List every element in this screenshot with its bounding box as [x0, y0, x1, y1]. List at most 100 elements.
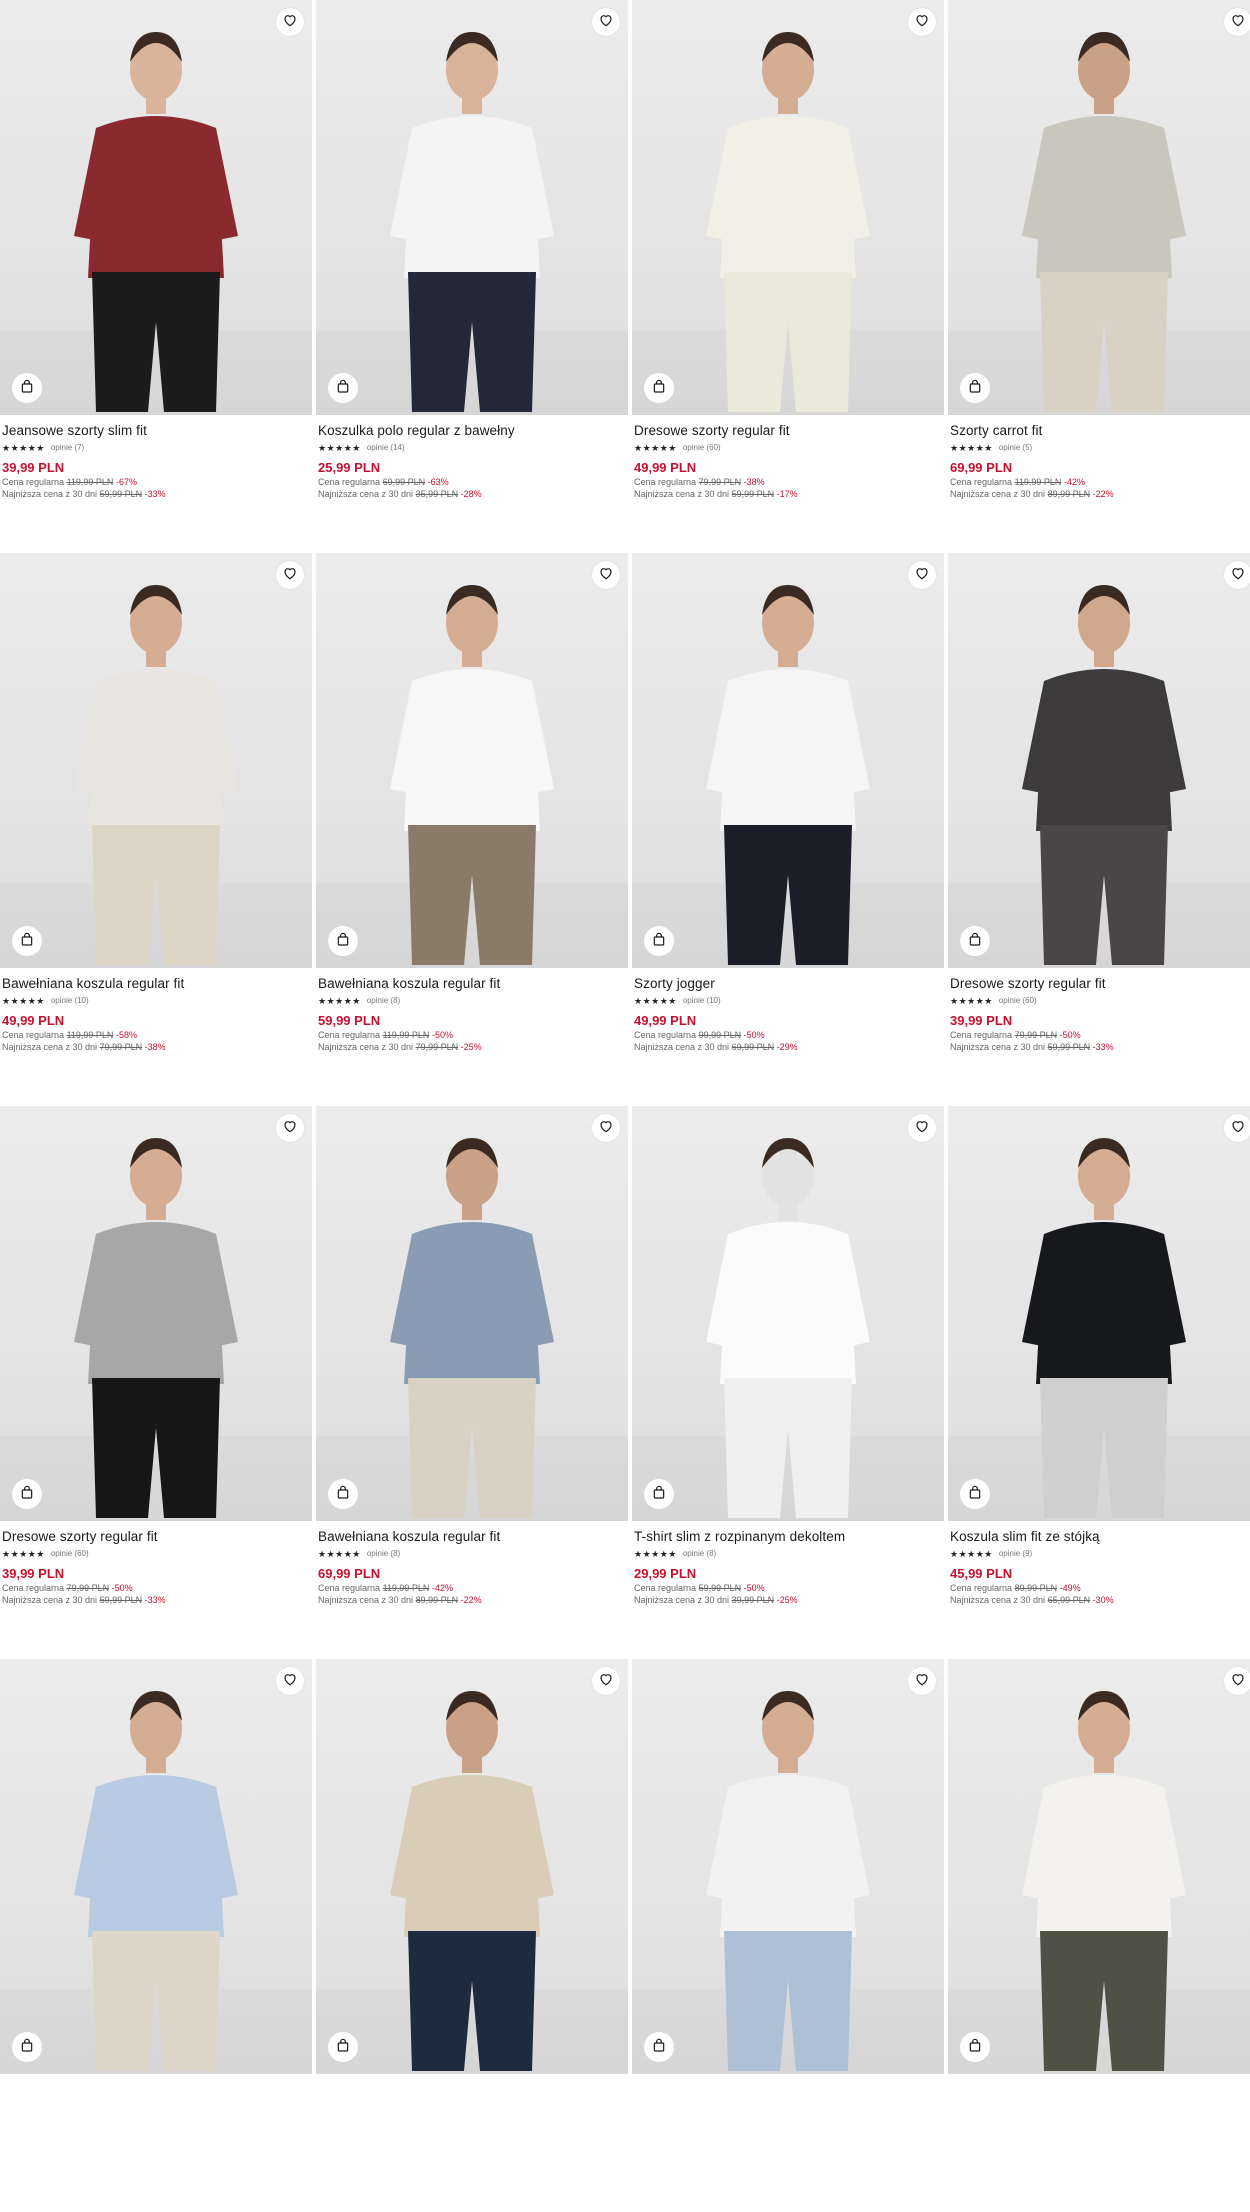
product-image[interactable] [948, 1659, 1250, 2074]
regular-price-line: Cena regularna 119,99 PLN -42% [950, 476, 1250, 488]
product-name[interactable]: Dresowe szorty regular fit [2, 1528, 310, 1546]
favorite-button[interactable] [276, 1114, 304, 1142]
add-to-cart-button[interactable] [328, 1479, 358, 1509]
heart-outline-icon [1230, 12, 1246, 33]
regular-price: 59,99 PLN [698, 1583, 742, 1593]
product-name[interactable]: Dresowe szorty regular fit [950, 975, 1250, 993]
product-image[interactable] [632, 1106, 944, 1521]
add-to-cart-button[interactable] [328, 373, 358, 403]
product-image[interactable] [316, 0, 628, 415]
regular-price-line: Cena regularna 69,99 PLN -63% [318, 476, 626, 488]
favorite-button[interactable] [592, 1667, 620, 1695]
model-figure [74, 32, 238, 412]
add-to-cart-button[interactable] [644, 926, 674, 956]
favorite-button[interactable] [592, 1114, 620, 1142]
favorite-button[interactable] [908, 561, 936, 589]
product-image[interactable] [632, 1659, 944, 2074]
product-image[interactable] [316, 1106, 628, 1521]
product-name[interactable]: Bawełniana koszula regular fit [318, 975, 626, 993]
product-card[interactable]: T-shirt slim z rozpinanym dekoltem ★★★★★ o… [632, 1106, 944, 1659]
product-card[interactable]: Szorty carrot fit ★★★★★ opinie (5) 69,99 PL… [948, 0, 1250, 553]
product-name[interactable]: Szorty jogger [634, 975, 942, 993]
product-card[interactable] [948, 1659, 1250, 2212]
product-image[interactable] [0, 553, 312, 968]
add-to-cart-button[interactable] [960, 1479, 990, 1509]
review-count: opinie (60) [682, 443, 721, 452]
favorite-button[interactable] [1224, 561, 1250, 589]
product-card[interactable]: Koszulka polo regular z bawełny ★★★★★ opin… [316, 0, 628, 553]
favorite-button[interactable] [592, 8, 620, 36]
product-card[interactable]: Dresowe szorty regular fit ★★★★★ opinie (6… [0, 1106, 312, 1659]
add-to-cart-button[interactable] [12, 373, 42, 403]
product-card[interactable] [316, 1659, 628, 2212]
product-name[interactable]: Dresowe szorty regular fit [634, 422, 942, 440]
add-to-cart-button[interactable] [960, 926, 990, 956]
sale-price: 39,99 PLN [2, 1566, 65, 1581]
product-image[interactable] [0, 1659, 312, 2074]
product-card[interactable] [632, 1659, 944, 2212]
product-card[interactable]: Szorty jogger ★★★★★ opinie (10) 49,99 PLN Ce… [632, 553, 944, 1106]
product-name[interactable]: Koszula slim fit ze stójką [950, 1528, 1250, 1546]
product-card[interactable]: Bawełniana koszula regular fit ★★★★★ opini… [0, 553, 312, 1106]
add-to-cart-button[interactable] [328, 2032, 358, 2062]
star-icon: ★★★★★ [2, 996, 45, 1006]
lowest-price: 59,99 PLN [731, 489, 775, 499]
product-info [318, 2081, 626, 2101]
favorite-button[interactable] [276, 8, 304, 36]
lowest-discount: -33% [1092, 1042, 1114, 1052]
product-card[interactable]: Koszula slim fit ze stójką ★★★★★ opinie (9… [948, 1106, 1250, 1659]
regular-price-label: Cena regularna [2, 477, 65, 487]
favorite-button[interactable] [276, 561, 304, 589]
product-image[interactable] [0, 0, 312, 415]
add-to-cart-button[interactable] [960, 373, 990, 403]
favorite-button[interactable] [908, 8, 936, 36]
product-card[interactable]: Bawełniana koszula regular fit ★★★★★ opini… [316, 1106, 628, 1659]
favorite-button[interactable] [276, 1667, 304, 1695]
product-image[interactable] [948, 553, 1250, 968]
product-image[interactable] [316, 553, 628, 968]
regular-price: 119,99 PLN [382, 1030, 430, 1040]
heart-outline-icon [598, 12, 614, 33]
product-card[interactable]: Jeansowe szorty slim fit ★★★★★ opinie (7) 3… [0, 0, 312, 553]
product-image[interactable] [0, 1106, 312, 1521]
favorite-button[interactable] [1224, 8, 1250, 36]
add-to-cart-button[interactable] [644, 373, 674, 403]
favorite-button[interactable] [1224, 1114, 1250, 1142]
product-name[interactable]: T-shirt slim z rozpinanym dekoltem [634, 1528, 942, 1546]
favorite-button[interactable] [592, 561, 620, 589]
product-name[interactable]: Szorty carrot fit [950, 422, 1250, 440]
product-image[interactable] [948, 1106, 1250, 1521]
lowest-discount: -33% [144, 1595, 166, 1605]
product-card[interactable] [0, 1659, 312, 2212]
product-info: Koszulka polo regular z bawełny ★★★★★ opin… [318, 422, 626, 500]
product-name[interactable]: Bawełniana koszula regular fit [2, 975, 310, 993]
product-image[interactable] [632, 553, 944, 968]
product-image[interactable] [948, 0, 1250, 415]
add-to-cart-button[interactable] [12, 926, 42, 956]
favorite-button[interactable] [1224, 1667, 1250, 1695]
add-to-cart-button[interactable] [12, 1479, 42, 1509]
product-name[interactable]: Bawełniana koszula regular fit [318, 1528, 626, 1546]
product-image[interactable] [316, 1659, 628, 2074]
model-figure [74, 585, 238, 965]
add-to-cart-button[interactable] [644, 1479, 674, 1509]
favorite-button[interactable] [908, 1667, 936, 1695]
product-rating: ★★★★★ opinie (14) [318, 442, 626, 454]
shopping-bag-icon [967, 2037, 983, 2058]
product-card[interactable]: Bawełniana koszula regular fit ★★★★★ opini… [316, 553, 628, 1106]
regular-discount: -50% [1059, 1030, 1081, 1040]
product-image[interactable] [632, 0, 944, 415]
add-to-cart-button[interactable] [644, 2032, 674, 2062]
heart-outline-icon [1230, 1671, 1246, 1692]
product-card[interactable]: Dresowe szorty regular fit ★★★★★ opinie (6… [632, 0, 944, 553]
favorite-button[interactable] [908, 1114, 936, 1142]
product-info: Szorty carrot fit ★★★★★ opinie (5) 69,99 PL… [950, 422, 1250, 500]
sale-price: 59,99 PLN [318, 1013, 381, 1028]
add-to-cart-button[interactable] [960, 2032, 990, 2062]
add-to-cart-button[interactable] [12, 2032, 42, 2062]
product-name[interactable]: Jeansowe szorty slim fit [2, 422, 310, 440]
product-card[interactable]: Dresowe szorty regular fit ★★★★★ opinie (6… [948, 553, 1250, 1106]
add-to-cart-button[interactable] [328, 926, 358, 956]
product-name[interactable]: Koszulka polo regular z bawełny [318, 422, 626, 440]
regular-price-line: Cena regularna 89,99 PLN -49% [950, 1582, 1250, 1594]
